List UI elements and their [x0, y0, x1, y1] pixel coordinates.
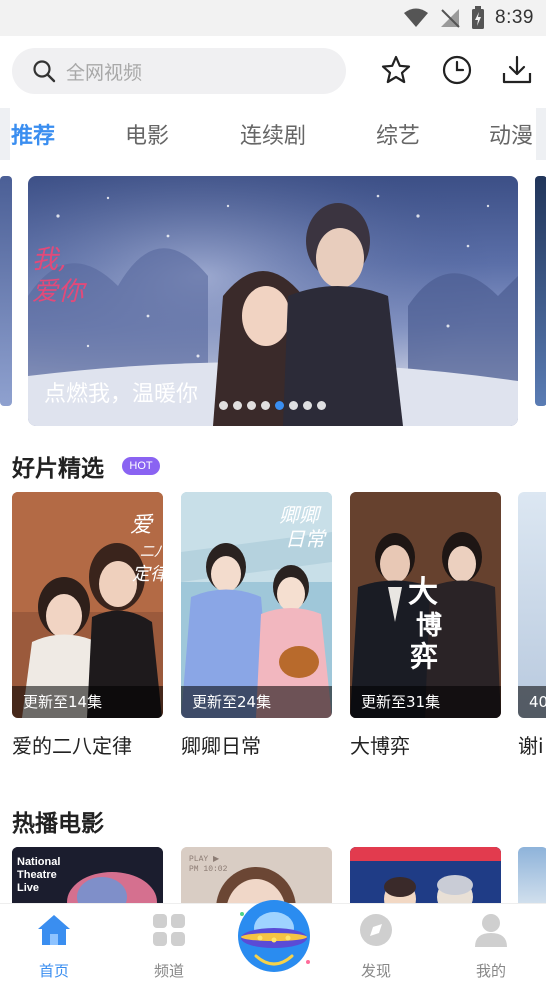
featured-card-3[interactable]: 大 博 弈 更新至31集 大博弈: [350, 492, 501, 759]
nav-discover[interactable]: 发现: [336, 904, 416, 980]
hot-badge: HOT: [122, 457, 160, 475]
status-bar: 8:39: [0, 0, 546, 36]
update-label: 更新至31集: [350, 686, 501, 718]
poster-image: 卿卿 日常 更新至24集: [181, 492, 332, 718]
svg-text:弈: 弈: [410, 640, 438, 673]
user-icon: [475, 914, 507, 947]
hot-movie-4[interactable]: [518, 847, 546, 907]
poster-art: 卿卿 日常: [181, 492, 332, 718]
favorites-button[interactable]: [379, 52, 413, 88]
featured-card-2[interactable]: 卿卿 日常 更新至24集 卿卿日常: [181, 492, 332, 759]
bottom-navigation: 首页 频道 发现 我的: [0, 900, 546, 980]
search-placeholder: 全网视频: [66, 61, 143, 84]
banner-prev-peek[interactable]: [0, 176, 12, 406]
home-icon: [38, 915, 70, 945]
pagination-dot[interactable]: [247, 401, 256, 410]
tabs-edge-left: [0, 108, 10, 160]
category-tabs: 推荐 电影 连续剧 综艺 动漫: [0, 108, 546, 160]
pagination-dot[interactable]: [275, 401, 284, 410]
svg-text:卿卿: 卿卿: [279, 503, 322, 527]
svg-text:Theatre: Theatre: [17, 869, 57, 881]
history-clock-icon: [442, 55, 472, 85]
poster-image: 40: [518, 492, 546, 718]
svg-text:大: 大: [408, 575, 438, 610]
poster-image: 爱 二八 定律 更新至14集: [12, 492, 163, 718]
nav-channels[interactable]: 频道: [129, 904, 209, 980]
banner-logo-text: 我,: [32, 245, 66, 275]
card-title: 爱的二八定律: [12, 734, 132, 758]
nav-profile[interactable]: 我的: [451, 904, 531, 980]
nav-home[interactable]: 首页: [14, 904, 94, 980]
pagination-dot[interactable]: [233, 401, 242, 410]
tab-movies[interactable]: 电影: [125, 118, 169, 150]
status-time: 8:39: [495, 7, 534, 28]
center-ufo-button[interactable]: [236, 892, 312, 976]
history-button[interactable]: [440, 52, 474, 88]
tabs-edge-right: [536, 108, 546, 160]
pagination-dot[interactable]: [219, 401, 228, 410]
svg-text:日常: 日常: [285, 527, 327, 551]
movie-poster-art: National Theatre Live: [12, 847, 163, 907]
svg-text:爱: 爱: [130, 513, 154, 538]
card-title: 大博弈: [350, 734, 410, 758]
pagination-dot[interactable]: [289, 401, 298, 410]
banner-caption: 点燃我，温暖你: [44, 382, 199, 407]
featured-card-1[interactable]: 爱 二八 定律 更新至14集 爱的二八定律: [12, 492, 163, 759]
wifi-icon: [404, 8, 429, 27]
ufo-icon: [238, 900, 310, 972]
grid-icon: [153, 914, 185, 946]
status-icons: 8:39: [403, 4, 534, 32]
no-signal-icon: [441, 9, 460, 28]
tab-series[interactable]: 连续剧: [240, 118, 306, 150]
top-header: 全网视频: [0, 36, 546, 108]
update-label: 40: [518, 686, 546, 718]
star-icon: [381, 55, 411, 84]
banner-next-peek[interactable]: [535, 176, 546, 406]
svg-text:PLAY ▶: PLAY ▶: [189, 855, 220, 864]
update-label: 更新至14集: [12, 686, 163, 718]
tab-variety[interactable]: 综艺: [376, 118, 420, 150]
svg-text:Live: Live: [17, 882, 39, 894]
search-icon: [33, 60, 56, 83]
poster-art: 爱 二八 定律: [12, 492, 163, 718]
poster-art: 大 博 弈: [350, 492, 501, 718]
banner-slide[interactable]: 我, 爱你 点燃我，温暖你: [28, 176, 518, 426]
card-title: 卿卿日常: [181, 734, 261, 758]
svg-text:PM 10:02: PM 10:02: [189, 865, 228, 874]
featured-card-4[interactable]: 40 谢i: [518, 492, 546, 759]
svg-text:二八: 二八: [140, 544, 163, 560]
tab-recommend[interactable]: 推荐: [11, 118, 55, 150]
download-button[interactable]: [500, 52, 534, 88]
hot-movies-section-title: 热播电影: [12, 811, 104, 837]
pagination-dot[interactable]: [261, 401, 270, 410]
svg-text:定律: 定律: [132, 564, 163, 585]
battery-charging-icon: [472, 6, 485, 29]
search-input[interactable]: 全网视频: [12, 48, 346, 94]
card-title: 谢i: [518, 734, 544, 758]
banner-pagination: [219, 401, 326, 410]
hot-movie-3[interactable]: [350, 847, 501, 907]
update-label: 更新至24集: [181, 686, 332, 718]
poster-image: 大 博 弈 更新至31集: [350, 492, 501, 718]
banner-carousel: 我, 爱你 点燃我，温暖你: [0, 176, 546, 426]
download-icon: [502, 55, 532, 84]
pagination-dot[interactable]: [303, 401, 312, 410]
svg-text:爱你: 爱你: [32, 277, 88, 307]
featured-section-title: 好片精选: [12, 456, 104, 482]
pagination-dot[interactable]: [317, 401, 326, 410]
hot-movie-1[interactable]: National Theatre Live: [12, 847, 163, 907]
svg-text:National: National: [17, 856, 60, 868]
svg-text:博: 博: [416, 611, 442, 641]
movie-poster-art: [350, 847, 501, 907]
tab-anime[interactable]: 动漫: [489, 118, 533, 150]
compass-icon: [360, 914, 392, 946]
